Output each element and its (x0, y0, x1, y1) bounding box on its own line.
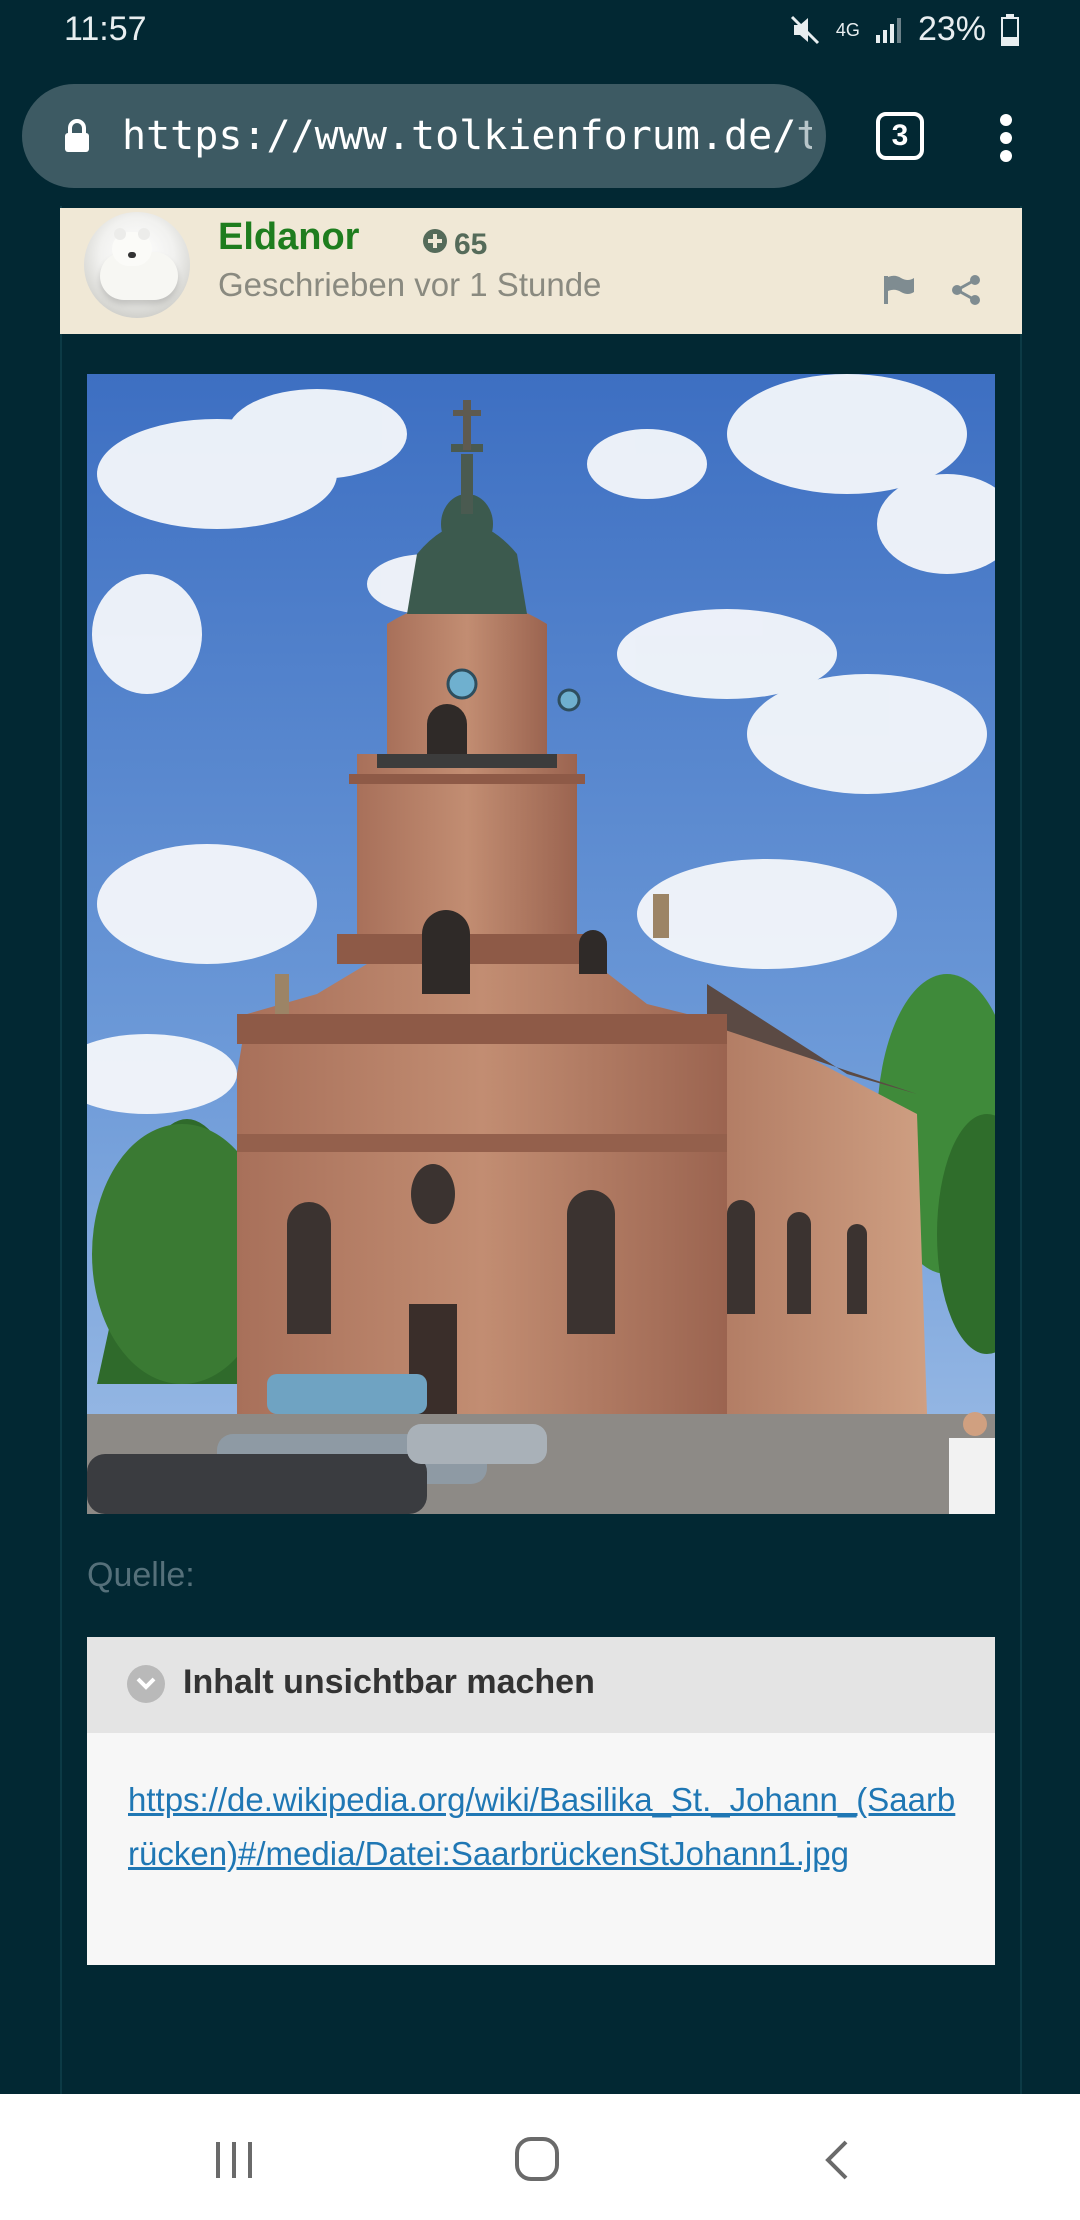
share-icon[interactable] (950, 274, 982, 311)
chevron-down-icon (127, 1665, 165, 1703)
source-link[interactable]: https://de.wikipedia.org/wiki/Basilika_S… (128, 1773, 958, 1881)
home-icon[interactable] (514, 2136, 560, 2187)
url-main: https://www.tolkienforum.de/ (122, 113, 797, 159)
post-header: Eldanor 65 Geschrieben vor 1 Stunde (60, 208, 1022, 334)
plus-circle-icon (422, 228, 448, 262)
status-time: 11:57 (64, 10, 147, 48)
back-icon[interactable] (822, 2138, 852, 2187)
battery-icon (1000, 13, 1020, 47)
url-text[interactable]: https://www.tolkienforum.de/top (122, 108, 812, 164)
tab-switcher-button[interactable]: 3 (876, 112, 924, 160)
more-vert-icon[interactable] (992, 114, 1020, 162)
post-image[interactable] (87, 374, 995, 1514)
avatar[interactable] (84, 212, 190, 318)
mute-icon (788, 13, 822, 47)
url-bar[interactable]: https://www.tolkienforum.de/top (22, 84, 826, 188)
system-nav-bar (0, 2094, 1080, 2220)
network-type: 4G (835, 19, 860, 40)
recent-apps-icon[interactable] (214, 2140, 256, 2185)
status-icons: 4G 23% (788, 10, 1020, 49)
flag-icon[interactable] (882, 274, 916, 311)
source-label: Quelle: (87, 1556, 195, 1594)
spoiler-toggle[interactable]: Inhalt unsichtbar machen (87, 1637, 995, 1733)
reputation-badge: 65 (422, 228, 487, 262)
battery-percent: 23% (917, 10, 986, 48)
author-name[interactable]: Eldanor (218, 216, 359, 259)
url-faded: top (796, 113, 812, 159)
reputation-count: 65 (454, 228, 488, 261)
status-bar: 11:57 4G 23% (0, 0, 1080, 64)
post-date: Geschrieben vor 1 Stunde (218, 266, 602, 303)
spoiler-box: Inhalt unsichtbar machen https://de.wiki… (87, 1637, 995, 1965)
signal-icon (874, 15, 904, 45)
lock-icon (62, 118, 92, 159)
browser-toolbar: https://www.tolkienforum.de/top 3 (0, 64, 1080, 206)
spoiler-title: Inhalt unsichtbar machen (183, 1663, 595, 1701)
